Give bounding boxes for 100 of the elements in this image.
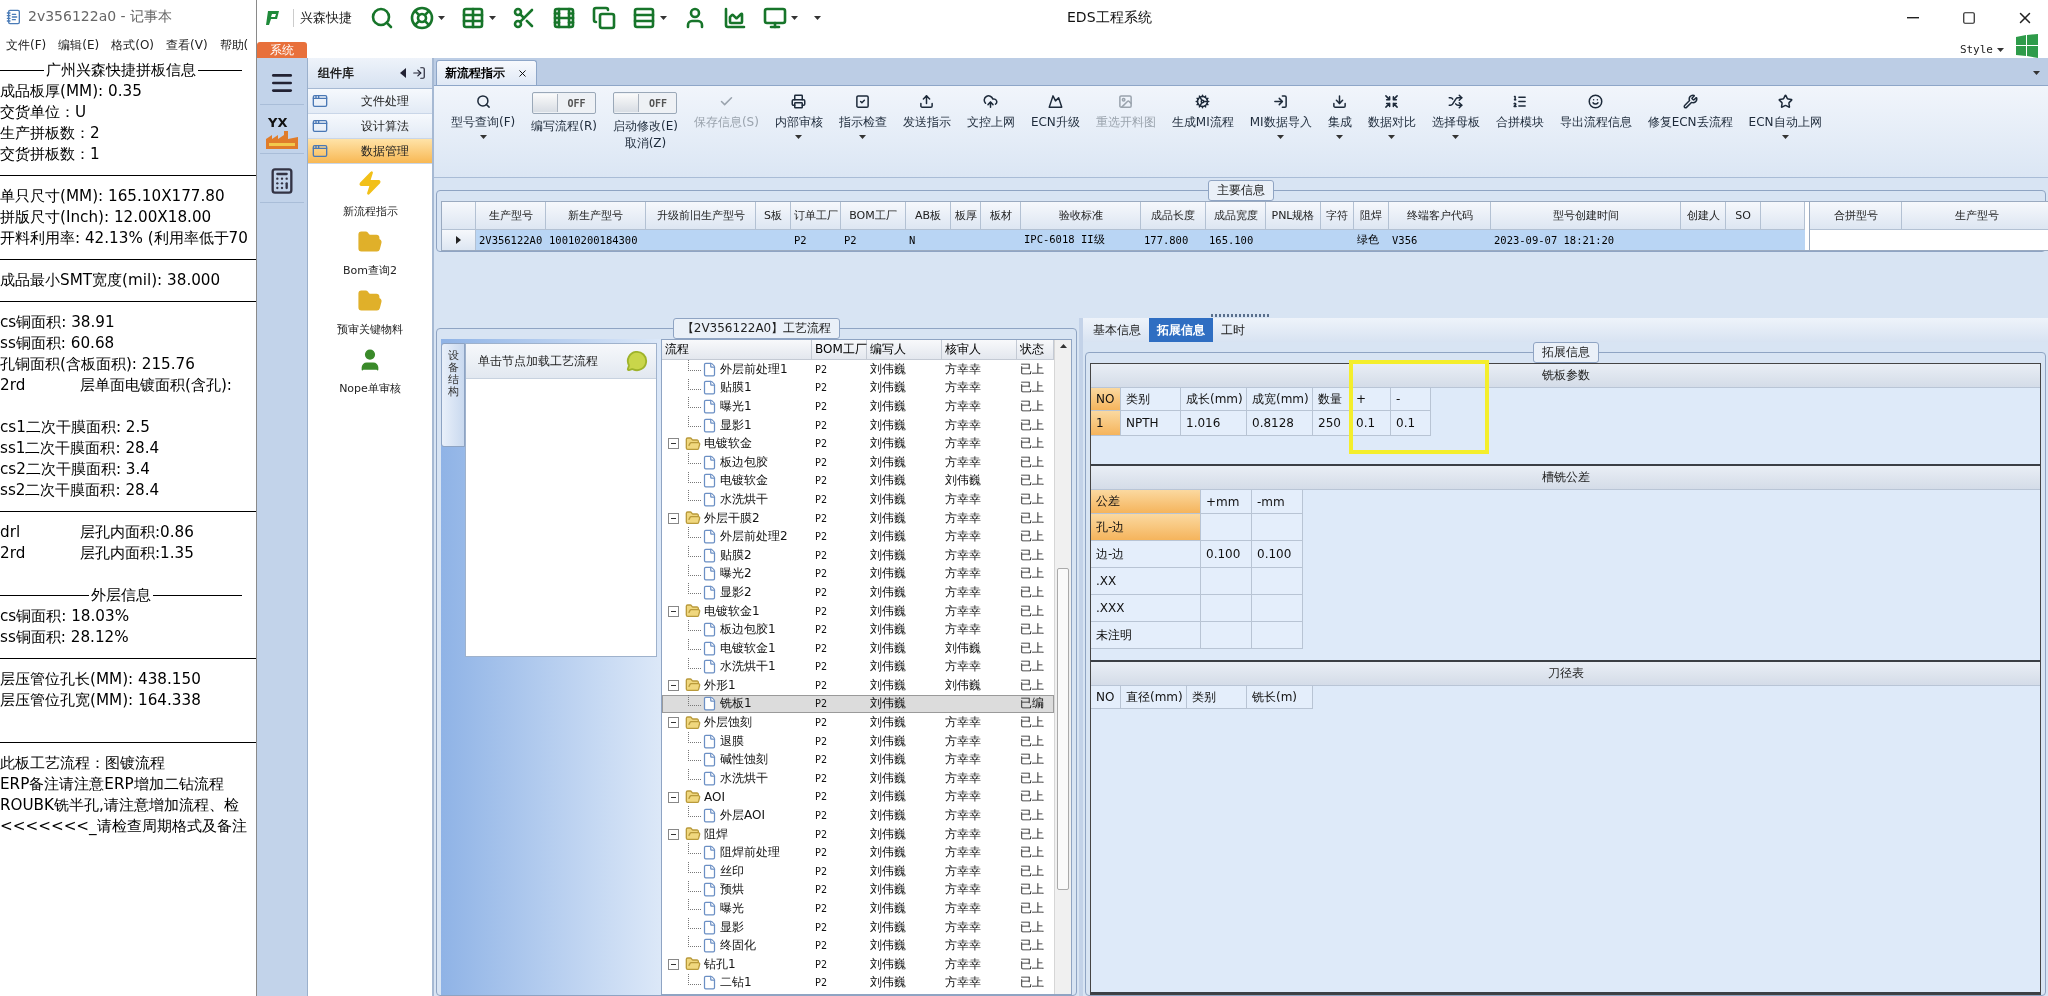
column-header[interactable]: 型号创建时间 [1491,202,1681,230]
column-header[interactable]: 成宽(mm) [1247,388,1313,411]
rows-icon[interactable] [632,6,656,30]
caret-icon[interactable] [791,16,798,20]
caret-icon[interactable] [2033,71,2040,75]
column-header[interactable]: 合拼型号 [1810,202,1902,230]
column-header[interactable]: 数量 [1313,388,1351,411]
ribbon-button[interactable]: 集成 [1320,92,1359,139]
column-header[interactable]: 生产型号 [476,202,546,230]
menu-item[interactable]: 编辑(E) [58,36,100,54]
scissors-icon[interactable] [512,6,536,30]
menu-item[interactable]: 查看(V) [166,36,208,54]
collapse-icon[interactable] [668,959,679,970]
ribbon-button[interactable]: 型号查询(F) [444,92,523,139]
column-header[interactable]: + [1351,388,1391,411]
column-header[interactable]: 生产型号 [1902,202,2048,230]
column-header[interactable]: +mm [1201,490,1252,514]
search-icon[interactable] [370,6,394,30]
collapse-icon[interactable] [668,791,679,803]
ribbon-button[interactable]: 合拼模块 [1488,92,1551,131]
column-header[interactable]: S板 [756,202,791,230]
style-dropdown[interactable]: Style [1959,43,2004,56]
document-tab[interactable]: 新流程指示 [436,60,537,85]
menu-item[interactable]: 格式(O) [111,36,155,54]
column-header[interactable]: 订单工厂 [791,202,841,230]
collapse-icon[interactable] [668,828,679,840]
ribbon-button[interactable]: ECN自动上网 [1741,92,1829,139]
column-header[interactable]: 新生产型号 [546,202,646,230]
column-header[interactable]: 板材 [981,202,1021,230]
column-header[interactable]: NO [1091,686,1121,709]
ribbon-button[interactable]: 导出流程信息 [1552,92,1639,131]
column-header[interactable]: 验收标准 [1021,202,1141,230]
column-header[interactable]: AB板 [906,202,951,230]
monitor-icon[interactable] [763,6,787,30]
column-header[interactable]: 升级前旧生产型号 [646,202,756,230]
column-header[interactable]: NO [1091,388,1121,411]
ribbon-button[interactable]: MI数据导入 [1242,92,1319,139]
ribbon-button[interactable]: 生成MI流程 [1164,92,1241,131]
menu-item[interactable]: 文件(F) [6,36,47,54]
column-header[interactable]: 公差 [1091,490,1201,514]
column-header[interactable]: 类别 [1187,686,1247,709]
column-header[interactable]: 创建人 [1681,202,1726,230]
toggle-switch[interactable]: OFF 编写流程(R) [524,92,604,135]
ribbon-button[interactable]: ECN升级 [1023,92,1087,131]
column-header[interactable]: 状态 [1017,340,1054,360]
ribbon-button[interactable]: 指示检查 [831,92,894,139]
ribbon-button[interactable]: 内部审核 [767,92,830,139]
scroll-up-icon[interactable] [1059,344,1067,348]
nav-item[interactable]: 数据管理 [308,139,432,164]
column-header[interactable]: 编写人 [867,340,942,360]
scrollbar[interactable] [1054,340,1071,994]
windows-icon[interactable] [2016,34,2038,58]
copy-icon[interactable] [592,6,616,30]
nav-button[interactable]: YX [260,111,304,154]
nav-item[interactable]: 文件处理 [308,89,432,114]
lifebuoy-icon[interactable] [410,6,434,30]
column-header[interactable]: 终端客户代码 [1389,202,1491,230]
caret-icon[interactable] [489,16,496,20]
column-header[interactable]: 核审人 [942,340,1017,360]
column-header[interactable]: - [1391,388,1431,411]
vertical-tab[interactable]: 设备结构 [441,343,465,447]
toggle-switch[interactable]: OFF 启动修改(E) 取消(Z) [605,92,685,152]
caret-icon[interactable] [438,16,445,20]
column-header[interactable]: 成品长度 [1141,202,1206,230]
column-header[interactable]: 类别 [1121,388,1181,411]
collapse-icon[interactable] [668,438,679,450]
tool-button[interactable]: 新流程指示 [342,170,398,225]
caret-icon[interactable] [660,16,667,20]
tool-button[interactable]: 预审关键物料 [337,288,403,343]
column-header[interactable]: -mm [1252,490,1303,514]
column-header[interactable]: SO [1726,202,1761,230]
ribbon-button[interactable]: 数据对比 [1360,92,1423,139]
area-chart-icon[interactable] [723,6,747,30]
menu-item[interactable]: 帮助( [219,36,249,54]
column-header[interactable]: BOM工厂 [812,340,867,360]
film-icon[interactable] [552,6,576,30]
column-header[interactable]: PNL规格 [1266,202,1321,230]
column-header[interactable]: 直径(mm) [1121,686,1187,709]
tab[interactable]: 工时 [1213,318,1253,342]
tool-button[interactable]: Nope单审核 [339,347,401,402]
collapse-icon[interactable] [668,605,679,617]
table-icon[interactable] [461,6,485,30]
tool-button[interactable]: Bom查询2 [343,229,397,284]
column-header[interactable]: 字符 [1321,202,1354,230]
column-header[interactable]: 流程 [662,340,812,360]
collapse-icon[interactable] [668,512,679,524]
ribbon-button[interactable]: 选择母板 [1424,92,1487,139]
column-header[interactable]: BOM工厂 [841,202,906,230]
collapse-icon[interactable] [668,680,679,692]
ribbon-button[interactable]: 发送指示 [895,92,958,131]
close-icon[interactable] [517,67,528,79]
column-header[interactable]: 阻焊 [1354,202,1389,230]
splitter-grip[interactable] [1211,313,1271,317]
collapse-icon[interactable] [400,68,406,78]
ribbon-button[interactable]: 文控上网 [959,92,1022,131]
nav-item[interactable]: 设计算法 [308,114,432,139]
collapse-icon[interactable] [668,717,679,729]
caret-icon[interactable] [814,16,821,20]
column-header[interactable]: 铣长(m) [1247,686,1313,709]
column-header[interactable]: 板厚 [951,202,981,230]
